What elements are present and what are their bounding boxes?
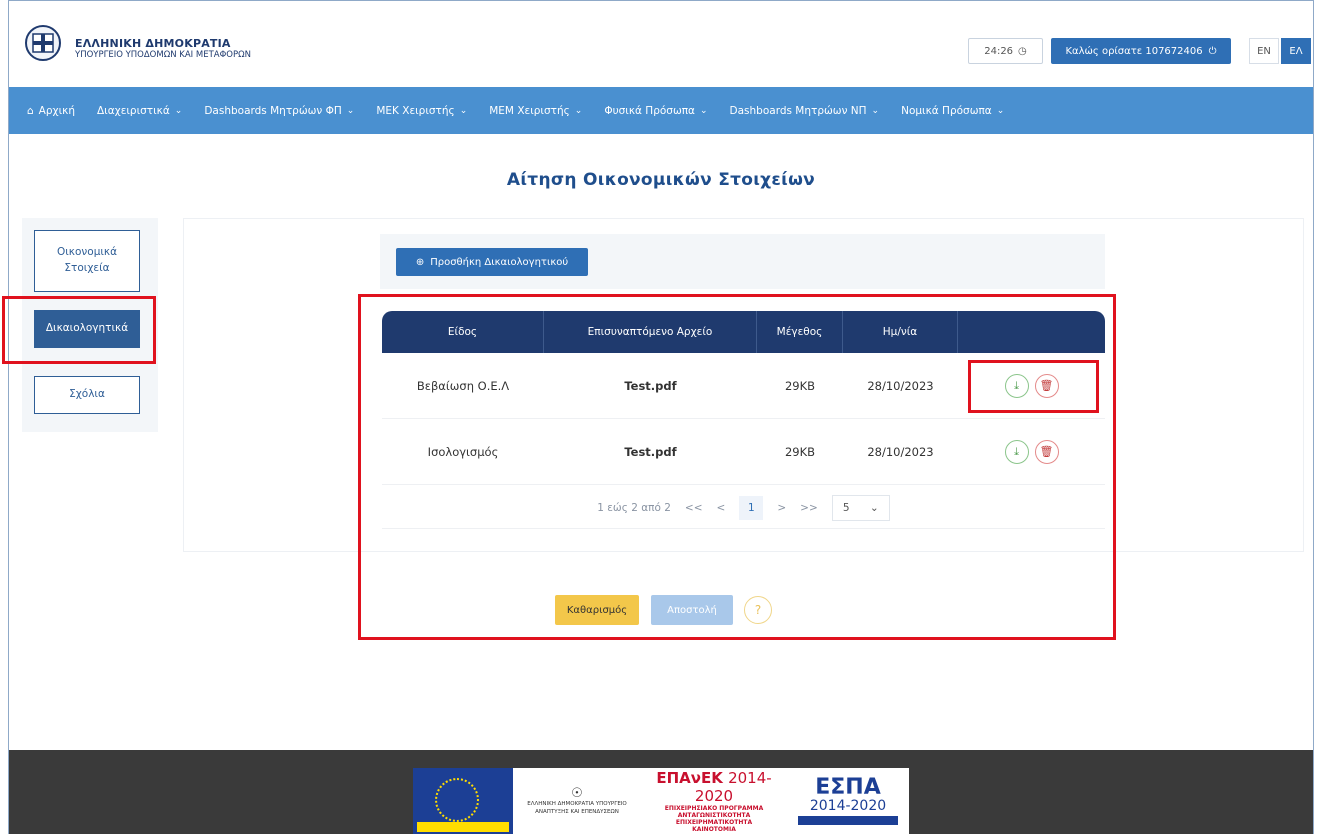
chevron-down-icon: ⌄ — [574, 105, 583, 116]
add-document-label: Προσθήκη Δικαιολογητικού — [430, 256, 569, 268]
session-timer-value: 24:26 — [984, 45, 1014, 57]
nav-item-label: ΜΕΜ Χειριστής — [489, 104, 570, 117]
nav-item-mek[interactable]: ΜΕΚ Χειριστής ⌄ — [376, 105, 467, 117]
eu-stars-icon — [435, 778, 479, 822]
home-icon: ⌂ — [27, 104, 34, 117]
epanek-logo: ΕΠΑνΕΚ 2014-2020 ΕΠΙΧΕΙΡΗΣΙΑΚΟ ΠΡΟΓΡΑΜΜΑ… — [641, 768, 787, 834]
chevron-down-icon: ⌄ — [346, 105, 355, 116]
lang-el-button[interactable]: ΕΛ — [1281, 38, 1311, 64]
epanek-sub-1: ΕΠΙΧΕΙΡΗΣΙΑΚΟ ΠΡΟΓΡΑΜΜΑ — [664, 804, 764, 812]
nav-item-label: Αρχική — [38, 104, 75, 117]
nav-item-admin[interactable]: Διαχειριστικά ⌄ — [97, 105, 182, 117]
add-document-button[interactable]: ⊕ Προσθήκη Δικαιολογητικού — [396, 248, 588, 276]
highlight-box-table — [358, 294, 1116, 640]
ministry-logo-text: ΕΛΛΗΝΙΚΗ ΔΗΜΟΚΡΑΤΙΑ ΥΠΟΥΡΓΕΙΟ ΑΝΑΠΤΥΞΗΣ … — [527, 801, 627, 815]
page-title: Αίτηση Οικονομικών Στοιχείων — [506, 170, 816, 190]
main-nav: ⌂ Αρχική Διαχειριστικά ⌄ Dashboards Μητρ… — [9, 87, 1313, 134]
ministry-logo: ☉ ΕΛΛΗΝΙΚΗ ΔΗΜΟΚΡΑΤΙΑ ΥΠΟΥΡΓΕΙΟ ΑΝΑΠΤΥΞΗ… — [513, 768, 641, 834]
nav-item-label: Dashboards Μητρώων ΝΠ — [729, 104, 867, 117]
nav-item-label: Διαχειριστικά — [96, 104, 170, 117]
chevron-down-icon: ⌄ — [459, 105, 468, 116]
gov-title: ΕΛΛΗΝΙΚΗ ΔΗΜΟΚΡΑΤΙΑ — [75, 37, 231, 50]
chevron-down-icon: ⌄ — [174, 105, 183, 116]
nav-item-label: ΜΕΚ Χειριστής — [376, 104, 455, 117]
nav-item-label: Νομικά Πρόσωπα — [901, 104, 992, 117]
sidebar-item-comments[interactable]: Σχόλια — [34, 376, 140, 414]
chevron-down-icon: ⌄ — [996, 105, 1005, 116]
lang-en-button[interactable]: EN — [1249, 38, 1279, 64]
funding-logos: ☉ ΕΛΛΗΝΙΚΗ ΔΗΜΟΚΡΑΤΙΑ ΥΠΟΥΡΓΕΙΟ ΑΝΑΠΤΥΞΗ… — [413, 768, 909, 834]
nav-item-natural-persons[interactable]: Φυσικά Πρόσωπα ⌄ — [604, 105, 707, 117]
welcome-text: Καλώς ορίσατε 107672406 — [1065, 45, 1203, 57]
clock-icon: ◷ — [1018, 45, 1027, 57]
chevron-down-icon: ⌄ — [699, 105, 708, 116]
nav-item-home[interactable]: ⌂ Αρχική — [27, 105, 75, 117]
epanek-sub-4: ΚΑΙΝΟΤΟΜΙΑ — [692, 826, 736, 834]
eu-label-strip — [417, 822, 509, 832]
eu-flag-logo — [413, 768, 513, 834]
espa-years: 2014-2020 — [809, 797, 887, 814]
chevron-down-icon: ⌄ — [871, 105, 880, 116]
plus-circle-icon: ⊕ — [415, 256, 425, 268]
user-menu-button[interactable]: Καλώς ορίσατε 107672406 ⏻ — [1051, 38, 1231, 64]
epanek-sub-3: ΕΠΙΧΕΙΡΗΜΑΤΙΚΟΤΗΤΑ — [675, 819, 753, 826]
app-header: ΕΛΛΗΝΙΚΗ ΔΗΜΟΚΡΑΤΙΑ ΥΠΟΥΡΓΕΙΟ ΥΠΟΔΟΜΩΝ Κ… — [9, 1, 1313, 87]
epanek-title: ΕΠΑνΕΚ 2014-2020 — [649, 769, 779, 805]
nav-item-dashboards-np[interactable]: Dashboards Μητρώων ΝΠ ⌄ — [730, 105, 880, 117]
highlight-box-sidebar — [2, 296, 156, 364]
greek-emblem-icon — [25, 25, 61, 61]
espa-logo: ΕΣΠΑ 2014-2020 — [787, 768, 909, 834]
espa-title: ΕΣΠΑ — [815, 774, 881, 800]
epanek-name: ΕΠΑνΕΚ — [656, 768, 723, 787]
nav-item-label: Φυσικά Πρόσωπα — [604, 104, 695, 117]
sidebar-item-financials[interactable]: Οικονομικά Στοιχεία — [34, 230, 140, 292]
power-icon: ⏻ — [1208, 45, 1217, 57]
nav-item-mem[interactable]: ΜΕΜ Χειριστής ⌄ — [489, 105, 582, 117]
ministry-name: ΥΠΟΥΡΓΕΙΟ ΥΠΟΔΟΜΩΝ ΚΑΙ ΜΕΤΑΦΟΡΩΝ — [75, 50, 251, 60]
nav-item-legal-persons[interactable]: Νομικά Πρόσωπα ⌄ — [901, 105, 1004, 117]
highlight-box-actions — [968, 360, 1099, 413]
greek-emblem-icon: ☉ — [571, 786, 583, 802]
nav-item-dashboards-fp[interactable]: Dashboards Μητρώων ΦΠ ⌄ — [204, 105, 354, 117]
session-timer: 24:26 ◷ — [968, 38, 1043, 64]
epanek-sub-2: ΑΝΤΑΓΩΝΙΣΤΙΚΟΤΗΤΑ — [677, 811, 751, 819]
nav-item-label: Dashboards Μητρώων ΦΠ — [204, 104, 342, 117]
espa-strip — [798, 816, 898, 826]
